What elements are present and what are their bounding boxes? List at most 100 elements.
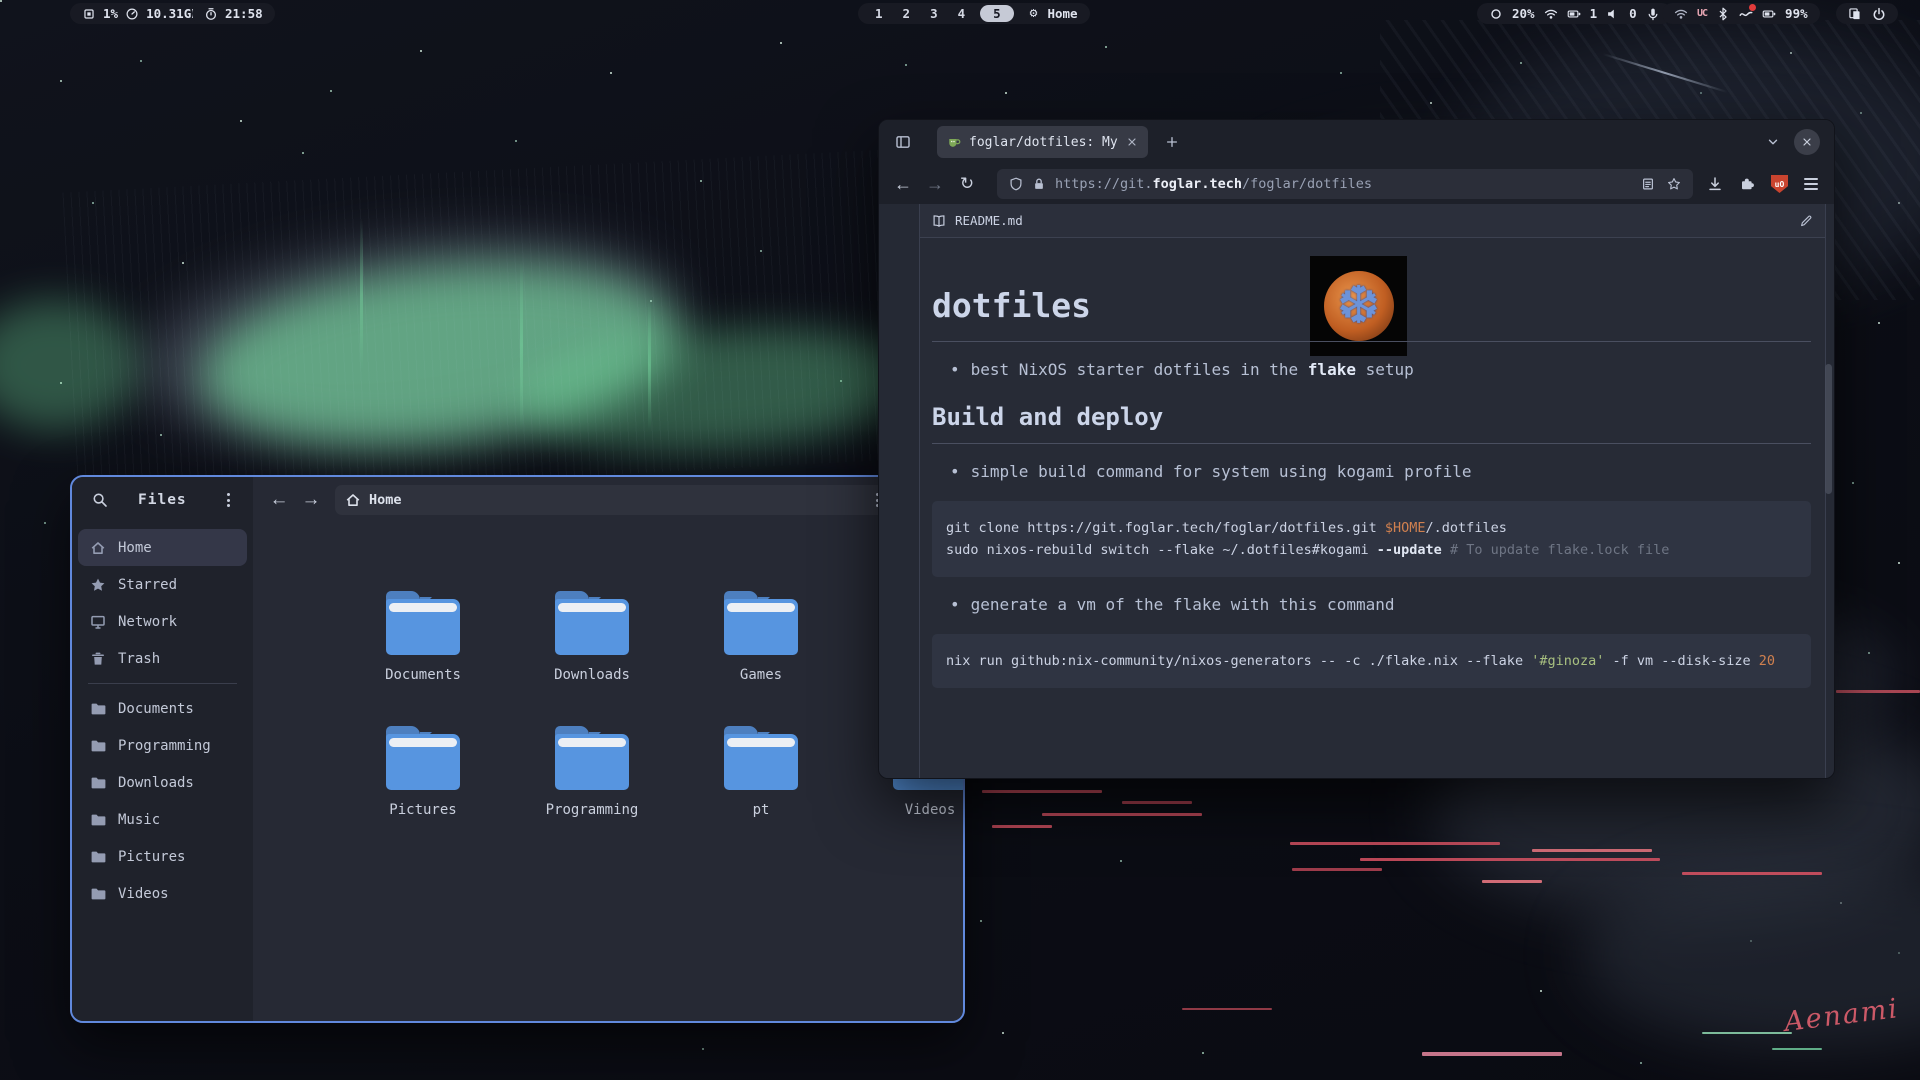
path-bar[interactable]: Home <box>335 485 889 515</box>
folder-pt[interactable]: pt <box>686 726 836 818</box>
workspace-4[interactable]: 4 <box>953 6 971 21</box>
url-path: /foglar/dotfiles <box>1242 176 1372 192</box>
microphone-icon[interactable] <box>1646 7 1660 21</box>
readme-title: dotfiles <box>932 286 1811 342</box>
cpu-usage: 1% <box>103 6 118 21</box>
readme-bullet-vm: generate a vm of the flake with this com… <box>950 595 1811 614</box>
tracking-shield-icon[interactable] <box>1009 177 1023 191</box>
extensions-puzzle-icon[interactable] <box>1739 176 1755 192</box>
folder-icon <box>555 726 629 790</box>
network-icon <box>90 614 106 630</box>
workspace-3[interactable]: 3 <box>925 6 943 21</box>
sidebar-item-trash[interactable]: Trash <box>78 640 247 677</box>
cpu-icon <box>82 7 96 21</box>
workspace-5-active[interactable]: 5 <box>980 5 1014 22</box>
reload-button[interactable]: ↻ <box>951 168 983 200</box>
ublock-icon[interactable]: uO <box>1771 175 1788 193</box>
url-scheme: https://git. <box>1055 176 1153 192</box>
session-pill <box>1836 3 1898 24</box>
browser-back-button[interactable]: ← <box>887 168 919 200</box>
sidebar-item-downloads[interactable]: Downloads <box>78 764 247 801</box>
desktop: Aenami 1% 10.31GB 21:58 1 2 3 4 5 ⚙ Home… <box>0 0 1920 1080</box>
notification-icon[interactable] <box>1739 7 1753 21</box>
brightness-icon[interactable] <box>1489 7 1503 21</box>
hardware-pill: 20% 1 0 <box>1477 3 1672 24</box>
reader-mode-icon[interactable] <box>1641 177 1655 191</box>
code-block-build[interactable]: git clone https://git.foglar.tech/foglar… <box>932 501 1811 577</box>
tray-app-icon[interactable]: UC <box>1697 8 1707 19</box>
home-icon <box>345 492 361 508</box>
code-block-vm[interactable]: nix run github:nix-community/nixos-gener… <box>932 634 1811 688</box>
sidebar-item-music[interactable]: Music <box>78 801 247 838</box>
sidebar-item-programming[interactable]: Programming <box>78 727 247 764</box>
forward-button[interactable]: → <box>295 484 327 516</box>
edit-pencil-icon[interactable] <box>1799 213 1813 229</box>
downloads-icon[interactable] <box>1707 176 1723 192</box>
browser-tab-active[interactable]: foglar/dotfiles: My <box>937 126 1148 158</box>
sidebar-item-pictures[interactable]: Pictures <box>78 838 247 875</box>
plus-icon <box>1165 135 1179 149</box>
sidebar-divider <box>88 683 237 684</box>
list-tabs-chevron-icon[interactable] <box>1766 135 1780 149</box>
power-icon[interactable] <box>1872 7 1886 21</box>
battery-percent: 99% <box>1785 6 1808 21</box>
back-button[interactable]: ← <box>263 484 295 516</box>
readme-filename: README.md <box>955 213 1023 228</box>
menu-hamburger-icon[interactable] <box>1804 178 1818 190</box>
folder-games[interactable]: Games <box>686 591 836 683</box>
files-search-button[interactable] <box>84 484 116 516</box>
close-icon <box>1801 136 1813 148</box>
folder-icon <box>386 726 460 790</box>
tab-title: foglar/dotfiles: My <box>969 135 1118 150</box>
device-battery-icon <box>1567 7 1581 21</box>
device-battery-count: 1 <box>1590 6 1598 21</box>
volume-icon[interactable] <box>1606 7 1620 21</box>
memory-gauge-icon <box>125 7 139 21</box>
sidebar-item-videos[interactable]: Videos <box>78 875 247 912</box>
sidebar-item-home[interactable]: Home <box>78 529 247 566</box>
clipboard-icon[interactable] <box>1848 7 1862 21</box>
tab-close-icon[interactable] <box>1126 136 1138 148</box>
brightness-value: 20% <box>1512 6 1535 21</box>
wifi-icon[interactable] <box>1544 7 1558 21</box>
sidebar-item-starred[interactable]: Starred <box>78 566 247 603</box>
folder-icon <box>90 849 106 865</box>
network-tray-icon[interactable] <box>1674 7 1688 21</box>
files-window: Files ← → Home Home <box>70 475 965 1023</box>
folder-documents[interactable]: Documents <box>348 591 498 683</box>
folder-icon <box>386 591 460 655</box>
workspace-1[interactable]: 1 <box>870 6 888 21</box>
scrollbar-thumb[interactable] <box>1825 364 1832 494</box>
sidebar-item-network[interactable]: Network <box>78 603 247 640</box>
browser-forward-button[interactable]: → <box>919 168 951 200</box>
home-icon <box>90 540 106 556</box>
folder-pictures[interactable]: Pictures <box>348 726 498 818</box>
window-close-button[interactable] <box>1794 129 1820 155</box>
sidebar-toggle-button[interactable] <box>887 126 919 158</box>
folder-programming[interactable]: Programming <box>517 726 667 818</box>
bluetooth-icon[interactable] <box>1716 7 1730 21</box>
status-bar: 1% 10.31GB 21:58 1 2 3 4 5 ⚙ Home 20% 1 … <box>0 0 1920 27</box>
volume-value: 0 <box>1629 6 1637 21</box>
kebab-menu-icon <box>227 493 230 507</box>
tab-bar: foglar/dotfiles: My <box>879 120 1834 164</box>
readme-section-heading: Build and deploy <box>932 403 1811 444</box>
page-content: README.md ❆ dotfiles best NixOS starter … <box>879 204 1834 778</box>
readme-bullet-build: simple build command for system using ko… <box>950 462 1811 481</box>
battery-icon <box>1762 7 1776 21</box>
bookmark-star-icon[interactable] <box>1667 177 1681 191</box>
folder-icon <box>90 701 106 717</box>
workspaces-pill: 1 2 3 4 5 ⚙ Home <box>858 3 1090 24</box>
new-tab-button[interactable] <box>1156 126 1188 158</box>
url-bar[interactable]: https://git.foglar.tech/foglar/dotfiles <box>997 169 1693 199</box>
current-location: Home <box>369 492 402 508</box>
files-sidebar-menu-button[interactable] <box>213 484 245 516</box>
workspace-2[interactable]: 2 <box>898 6 916 21</box>
url-domain: foglar.tech <box>1153 176 1242 192</box>
sidebar-item-documents[interactable]: Documents <box>78 690 247 727</box>
lock-icon <box>1032 177 1046 191</box>
star-icon <box>90 577 106 593</box>
trash-icon <box>90 651 106 667</box>
folder-downloads[interactable]: Downloads <box>517 591 667 683</box>
clock-icon <box>204 7 218 21</box>
